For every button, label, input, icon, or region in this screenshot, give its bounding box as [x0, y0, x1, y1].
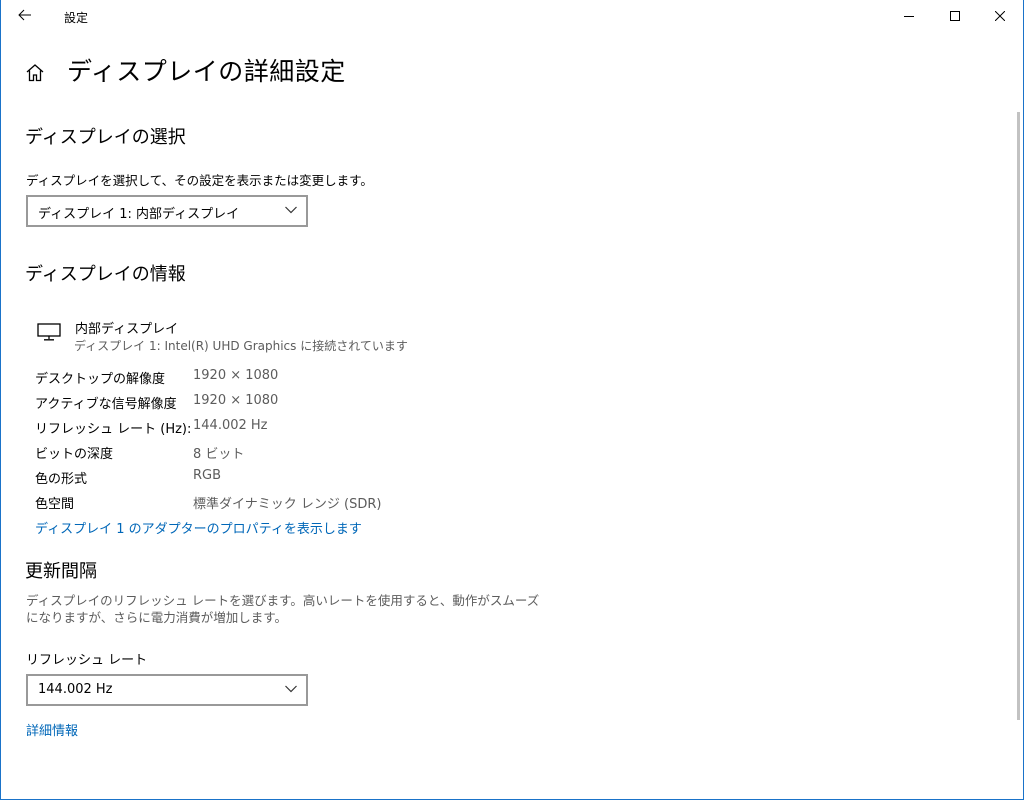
chevron-down-icon: [285, 206, 297, 214]
info-row-color-space: 色空間 標準ダイナミック レンジ (SDR): [35, 493, 495, 513]
info-label: ビットの深度: [35, 447, 114, 462]
select-display-heading: ディスプレイの選択: [25, 127, 186, 148]
maximize-icon: [950, 11, 960, 21]
minimize-button[interactable]: [886, 0, 932, 32]
more-info-link[interactable]: 詳細情報: [26, 720, 78, 739]
refresh-description-line2: になりますが、さらに電力消費が増加します。: [26, 610, 288, 625]
maximize-button[interactable]: [932, 0, 978, 32]
display-select-value: ディスプレイ 1: 内部ディスプレイ: [38, 207, 240, 222]
back-arrow-icon: [18, 9, 31, 21]
info-value: 1920 × 1080: [193, 368, 279, 383]
refresh-heading: 更新間隔: [25, 561, 97, 582]
close-icon: [995, 11, 1005, 21]
title-bar: 設定: [1, 0, 1023, 32]
display-select-dropdown[interactable]: ディスプレイ 1: 内部ディスプレイ: [26, 195, 308, 227]
info-row-bit-depth: ビットの深度 8 ビット: [35, 443, 495, 463]
home-icon[interactable]: [25, 63, 45, 82]
vertical-scrollbar[interactable]: [1017, 112, 1020, 720]
monitor-connection: ディスプレイ 1: Intel(R) UHD Graphics に接続されていま…: [74, 339, 408, 353]
close-button[interactable]: [977, 0, 1023, 32]
refresh-rate-value: 144.002 Hz: [38, 682, 113, 697]
info-label: 色空間: [35, 497, 75, 512]
info-value: 1920 × 1080: [193, 393, 279, 408]
minimize-icon: [904, 16, 914, 17]
info-value: 8 ビット: [193, 447, 245, 462]
info-label: アクティブな信号解像度: [35, 397, 177, 412]
refresh-rate-label: リフレッシュ レート: [26, 653, 148, 668]
monitor-name: 内部ディスプレイ: [75, 322, 179, 337]
info-value: 144.002 Hz: [193, 418, 268, 433]
info-label: リフレッシュ レート (Hz):: [35, 422, 192, 437]
info-row-color-format: 色の形式 RGB: [35, 468, 495, 488]
info-row-desktop-resolution: デスクトップの解像度 1920 × 1080: [35, 368, 495, 388]
refresh-description-line1: ディスプレイのリフレッシュ レートを選びます。高いレートを使用すると、動作がスム…: [26, 593, 540, 608]
info-label: 色の形式: [35, 472, 88, 487]
info-value: 標準ダイナミック レンジ (SDR): [193, 497, 382, 512]
info-label: デスクトップの解像度: [35, 372, 166, 387]
page-title: ディスプレイの詳細設定: [67, 57, 346, 86]
window-title: 設定: [64, 11, 89, 25]
refresh-rate-dropdown[interactable]: 144.002 Hz: [26, 674, 308, 706]
info-row-signal-resolution: アクティブな信号解像度 1920 × 1080: [35, 393, 495, 413]
back-button[interactable]: [13, 4, 39, 28]
monitor-icon: [37, 323, 61, 341]
main-content: ディスプレイの詳細設定 ディスプレイの選択 ディスプレイを選択して、その設定を表…: [1, 32, 1016, 799]
info-value: RGB: [193, 468, 222, 483]
select-display-description: ディスプレイを選択して、その設定を表示または変更します。: [26, 173, 373, 188]
info-row-refresh-rate: リフレッシュ レート (Hz): 144.002 Hz: [35, 418, 495, 438]
adapter-properties-link[interactable]: ディスプレイ 1 のアダプターのプロパティを表示します: [35, 518, 362, 537]
display-info-heading: ディスプレイの情報: [25, 264, 186, 285]
settings-window: 設定 ディスプレイの詳細設定 ディスプレイの選択 ディスプレイを選択して、その設…: [0, 0, 1024, 800]
chevron-down-icon: [285, 685, 297, 693]
